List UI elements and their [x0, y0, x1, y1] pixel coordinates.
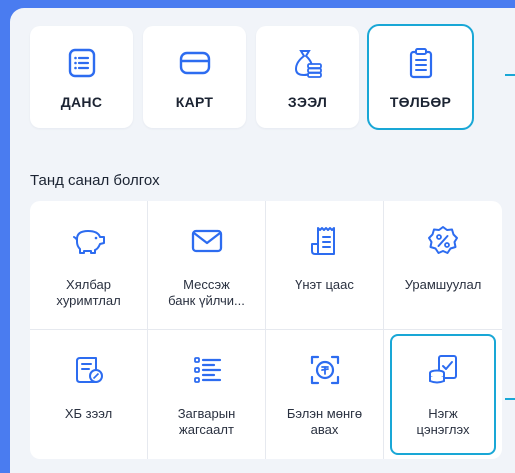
- topup-coins-icon: [425, 352, 461, 388]
- offer-label: Бэлэн мөнгө авах: [286, 406, 363, 437]
- offer-label: Урамшуулал: [404, 277, 482, 292]
- account-label: ДАНС: [60, 94, 103, 110]
- card-label: КАРТ: [175, 94, 214, 110]
- account-list-icon: [65, 46, 99, 80]
- offer-label: Загварын жагсаалт: [177, 406, 236, 437]
- offer-label: Хялбар хуримтлал: [56, 277, 121, 308]
- account-card[interactable]: ДАНС: [30, 26, 133, 128]
- offer-cash-withdraw[interactable]: Бэлэн мөнгө авах: [266, 330, 384, 459]
- cash-withdraw-icon: [307, 352, 343, 388]
- discount-badge-icon: [425, 223, 461, 259]
- offer-label: ХБ зээл: [64, 406, 113, 421]
- callout-line-payment: [505, 74, 515, 76]
- loan-label: ЗЭЭЛ: [287, 94, 328, 110]
- piggy-bank-icon: [71, 223, 107, 259]
- offer-unit-topup[interactable]: Нэгж цэнэглэх: [384, 330, 502, 459]
- offer-promotions[interactable]: Урамшуулал: [384, 201, 502, 330]
- loan-card[interactable]: ЗЭЭЛ: [256, 26, 359, 128]
- checklist-icon: [189, 352, 225, 388]
- top-shortcuts: ДАНС КАРТ ЗЭЭЛ ТӨЛБӨР: [30, 24, 474, 130]
- payment-card[interactable]: ТӨЛБӨР: [367, 24, 474, 130]
- offers-grid: Хялбар хуримтлал Мессэж банк үйлчи... Үн…: [30, 201, 502, 459]
- offer-label: Мессэж банк үйлчи...: [168, 277, 245, 308]
- callout-line-topup: [505, 398, 515, 400]
- securities-icon: [307, 223, 343, 259]
- loan-bag-icon: [291, 46, 325, 80]
- card-icon: [178, 46, 212, 80]
- envelope-icon: [189, 223, 225, 259]
- payment-clipboard-icon: [404, 46, 438, 80]
- offer-easy-savings[interactable]: Хялбар хуримтлал: [30, 201, 148, 330]
- offer-template-list[interactable]: Загварын жагсаалт: [148, 330, 266, 459]
- offer-sms-banking[interactable]: Мессэж банк үйлчи...: [148, 201, 266, 330]
- offer-consumer-loan[interactable]: ХБ зээл: [30, 330, 148, 459]
- card-card[interactable]: КАРТ: [143, 26, 246, 128]
- section-title: Танд санал болгох: [30, 172, 160, 189]
- offer-securities[interactable]: Үнэт цаас: [266, 201, 384, 330]
- offer-label: Нэгж цэнэглэх: [416, 406, 470, 437]
- payment-label: ТӨЛБӨР: [389, 94, 452, 110]
- document-loan-icon: [71, 352, 107, 388]
- offer-label: Үнэт цаас: [295, 277, 354, 292]
